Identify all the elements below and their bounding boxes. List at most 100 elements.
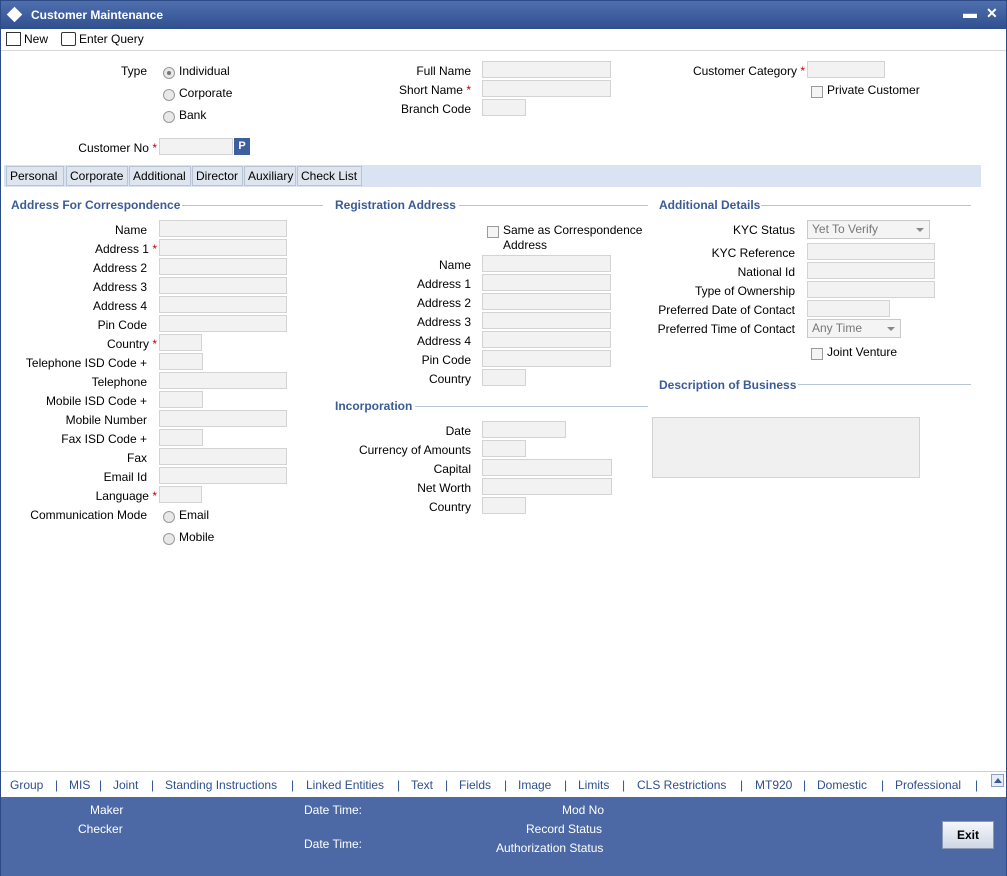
link-standing-instructions[interactable]: Standing Instructions xyxy=(165,778,277,792)
reg-address1-input[interactable] xyxy=(482,274,611,291)
language-input[interactable] xyxy=(159,486,202,503)
type-of-ownership-input[interactable] xyxy=(807,281,935,298)
tab-director[interactable]: Director xyxy=(192,166,243,186)
corr-address4-input[interactable] xyxy=(159,296,287,313)
private-customer-checkbox[interactable] xyxy=(811,86,823,98)
chevron-down-icon xyxy=(916,228,924,232)
type-corporate-radio[interactable] xyxy=(163,89,175,101)
corr-country-input[interactable] xyxy=(159,334,202,351)
customer-no-input[interactable] xyxy=(159,138,233,155)
record-status-label: Record Status xyxy=(526,822,603,836)
inc-country-input[interactable] xyxy=(482,497,526,514)
corr-address1-label: Address 1 * xyxy=(11,242,157,256)
telephone-isd-input[interactable] xyxy=(159,353,203,370)
inc-net-worth-input[interactable] xyxy=(482,478,612,495)
corr-address2-label: Address 2 xyxy=(92,261,147,275)
tab-check-list[interactable]: Check List xyxy=(297,166,362,186)
national-id-input[interactable] xyxy=(807,262,935,279)
link-mt920[interactable]: MT920 xyxy=(755,778,792,792)
scroll-up-arrow-icon[interactable] xyxy=(991,774,1004,787)
comm-mobile-radio[interactable] xyxy=(163,533,175,545)
fax-input[interactable] xyxy=(159,448,287,465)
reg-address4-label: Address 4 xyxy=(416,334,471,348)
tab-additional[interactable]: Additional xyxy=(129,166,191,186)
link-separator: | xyxy=(445,778,449,792)
minimize-icon[interactable]: ▬ xyxy=(963,5,977,21)
preferred-time-value: Any Time xyxy=(812,321,863,335)
reg-name-input[interactable] xyxy=(482,255,611,272)
corr-address1-input[interactable] xyxy=(159,239,287,256)
link-professional[interactable]: Professional xyxy=(895,778,961,792)
reg-pin-code-input[interactable] xyxy=(482,350,611,367)
link-group[interactable]: Group xyxy=(10,778,43,792)
link-domestic[interactable]: Domestic xyxy=(817,778,867,792)
mobile-number-label: Mobile Number xyxy=(65,413,147,427)
corr-country-text: Country xyxy=(106,337,149,351)
corr-pin-code-input[interactable] xyxy=(159,315,287,332)
full-name-input[interactable] xyxy=(482,61,611,78)
corr-address3-input[interactable] xyxy=(159,277,287,294)
description-of-business-textarea[interactable] xyxy=(652,417,920,478)
corr-pin-code-label: Pin Code xyxy=(97,318,147,332)
corr-address2-input[interactable] xyxy=(159,258,287,275)
email-id-input[interactable] xyxy=(159,467,287,484)
inc-capital-input[interactable] xyxy=(482,459,612,476)
kyc-reference-input[interactable] xyxy=(807,243,935,260)
preferred-date-input[interactable] xyxy=(807,300,890,317)
fax-isd-input[interactable] xyxy=(159,429,203,446)
mobile-isd-input[interactable] xyxy=(159,391,203,408)
link-limits[interactable]: Limits xyxy=(578,778,609,792)
inc-currency-input[interactable] xyxy=(482,440,526,457)
link-mis[interactable]: MIS xyxy=(69,778,90,792)
branch-code-label: Branch Code xyxy=(400,102,471,116)
type-individual-radio[interactable] xyxy=(163,67,175,79)
preferred-time-select[interactable]: Any Time xyxy=(807,319,901,338)
inc-date-input[interactable] xyxy=(482,421,566,438)
language-label: Language * xyxy=(11,489,157,503)
link-image[interactable]: Image xyxy=(518,778,551,792)
same-as-correspondence-checkbox[interactable] xyxy=(487,226,499,238)
close-icon[interactable]: ✕ xyxy=(986,5,998,22)
customer-category-input[interactable] xyxy=(807,61,885,78)
new-button[interactable]: New xyxy=(6,32,48,46)
enter-query-button[interactable]: Enter Query xyxy=(61,32,144,46)
comm-email-radio[interactable] xyxy=(163,511,175,523)
customer-category-label: Customer Category * xyxy=(641,64,805,78)
reg-pin-code-label: Pin Code xyxy=(421,353,471,367)
type-label: Type xyxy=(120,64,147,78)
type-of-ownership-label: Type of Ownership xyxy=(694,284,795,298)
tab-personal[interactable]: Personal xyxy=(6,166,64,186)
exit-button[interactable]: Exit xyxy=(942,821,994,849)
customer-maintenance-window: Customer Maintenance ▬ ✕ New Enter Query… xyxy=(0,0,1007,876)
joint-venture-checkbox[interactable] xyxy=(811,348,823,360)
corr-address3-label: Address 3 xyxy=(92,280,147,294)
telephone-input[interactable] xyxy=(159,372,287,389)
reg-address4-input[interactable] xyxy=(482,331,611,348)
link-separator: | xyxy=(622,778,626,792)
tab-corporate[interactable]: Corporate xyxy=(66,166,128,186)
joint-venture-label: Joint Venture xyxy=(827,345,898,359)
tab-strip: Personal Corporate Additional Director A… xyxy=(4,165,981,187)
audit-footer: Maker Checker Date Time: Date Time: Mod … xyxy=(1,797,1006,876)
kyc-status-select[interactable]: Yet To Verify xyxy=(807,220,930,239)
reg-country-input[interactable] xyxy=(482,369,526,386)
link-linked-entities[interactable]: Linked Entities xyxy=(306,778,384,792)
reg-address3-input[interactable] xyxy=(482,312,611,329)
link-joint[interactable]: Joint xyxy=(113,778,138,792)
branch-code-input[interactable] xyxy=(482,99,526,116)
link-text[interactable]: Text xyxy=(411,778,433,792)
corr-name-input[interactable] xyxy=(159,220,287,237)
reg-address2-input[interactable] xyxy=(482,293,611,310)
customer-no-pick-button[interactable]: P xyxy=(234,138,250,155)
type-bank-radio[interactable] xyxy=(163,111,175,123)
chevron-down-icon xyxy=(887,327,895,331)
inc-currency-label: Currency of Amounts xyxy=(358,443,471,457)
mobile-number-input[interactable] xyxy=(159,410,287,427)
link-fields[interactable]: Fields xyxy=(459,778,491,792)
communication-mode-label: Communication Mode xyxy=(30,508,147,522)
link-separator: | xyxy=(397,778,401,792)
telephone-label: Telephone xyxy=(91,375,147,389)
short-name-input[interactable] xyxy=(482,80,611,97)
link-cls-restrictions[interactable]: CLS Restrictions xyxy=(637,778,726,792)
tab-auxiliary[interactable]: Auxiliary xyxy=(244,166,296,186)
